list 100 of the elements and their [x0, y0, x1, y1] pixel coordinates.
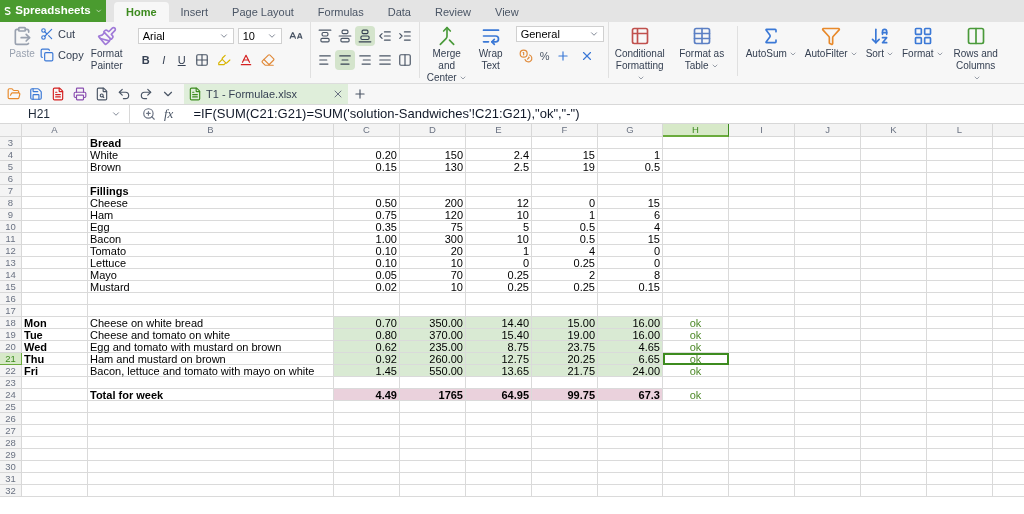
table-cell[interactable]	[663, 293, 729, 305]
table-cell[interactable]	[729, 473, 795, 485]
table-cell[interactable]	[861, 413, 927, 425]
ribbon-button[interactable]: Format as Table	[670, 22, 733, 72]
table-cell[interactable]	[729, 341, 795, 353]
table-cell[interactable]	[795, 233, 861, 245]
table-cell[interactable]	[400, 137, 466, 149]
table-cell[interactable]	[729, 137, 795, 149]
indent-decrease-icon[interactable]	[377, 29, 392, 43]
table-cell[interactable]	[927, 425, 993, 437]
undo-icon[interactable]	[117, 87, 131, 101]
table-cell[interactable]: 0.5	[532, 221, 598, 233]
table-cell[interactable]: Mustard	[88, 281, 334, 293]
table-cell[interactable]	[729, 245, 795, 257]
table-cell[interactable]	[400, 401, 466, 413]
table-cell[interactable]	[598, 425, 663, 437]
table-cell[interactable]: Mon	[22, 317, 88, 329]
table-cell[interactable]	[88, 305, 334, 317]
row-header[interactable]: 22	[0, 365, 22, 377]
table-cell[interactable]: 19	[532, 161, 598, 173]
table-cell[interactable]	[927, 173, 993, 185]
row-header[interactable]: 31	[0, 473, 22, 485]
table-cell[interactable]	[663, 425, 729, 437]
row-header[interactable]: 6	[0, 173, 22, 185]
table-cell[interactable]	[795, 317, 861, 329]
table-cell[interactable]	[861, 137, 927, 149]
table-cell[interactable]	[532, 413, 598, 425]
table-cell[interactable]: 1.45	[334, 365, 400, 377]
table-cell[interactable]	[334, 185, 400, 197]
table-cell[interactable]	[729, 185, 795, 197]
borders-icon[interactable]	[194, 53, 209, 67]
table-cell[interactable]: 150	[400, 149, 466, 161]
table-cell[interactable]	[795, 221, 861, 233]
table-cell[interactable]: Cheese on white bread	[88, 317, 334, 329]
table-cell[interactable]	[334, 449, 400, 461]
eraser-icon[interactable]	[260, 53, 275, 67]
table-cell[interactable]	[532, 173, 598, 185]
table-cell[interactable]: 0	[466, 257, 532, 269]
row-header[interactable]: 29	[0, 449, 22, 461]
table-cell[interactable]: 10	[466, 233, 532, 245]
ribbon-button[interactable]: AutoFilter	[800, 22, 862, 60]
table-cell[interactable]	[795, 485, 861, 497]
table-cell[interactable]	[466, 425, 532, 437]
table-cell[interactable]	[795, 245, 861, 257]
table-cell[interactable]	[88, 413, 334, 425]
ribbon-tab[interactable]: Insert	[168, 2, 221, 22]
table-cell[interactable]	[729, 269, 795, 281]
table-cell[interactable]	[795, 185, 861, 197]
table-cell[interactable]: Bread	[88, 137, 334, 149]
table-cell[interactable]	[400, 425, 466, 437]
ribbon-button[interactable]: Rows and Columns	[947, 22, 1004, 83]
table-cell[interactable]: 0	[598, 245, 663, 257]
table-cell[interactable]	[927, 365, 993, 377]
document-tab[interactable]: T1 - Formulae.xlsx	[184, 84, 348, 104]
table-cell[interactable]	[927, 473, 993, 485]
table-cell[interactable]: 0.20	[334, 149, 400, 161]
table-cell[interactable]	[927, 377, 993, 389]
table-cell[interactable]	[795, 173, 861, 185]
table-cell[interactable]: 75	[400, 221, 466, 233]
table-cell[interactable]: 370.00	[400, 329, 466, 341]
table-cell[interactable]: 0.02	[334, 281, 400, 293]
table-cell[interactable]	[88, 473, 334, 485]
table-cell[interactable]: 235.00	[400, 341, 466, 353]
row-header[interactable]: 18	[0, 317, 22, 329]
table-cell[interactable]	[334, 437, 400, 449]
table-cell[interactable]: 0.25	[532, 257, 598, 269]
table-cell[interactable]	[598, 185, 663, 197]
table-cell[interactable]	[663, 305, 729, 317]
table-cell[interactable]	[861, 485, 927, 497]
table-cell[interactable]	[88, 401, 334, 413]
table-cell[interactable]: 4	[598, 221, 663, 233]
table-cell[interactable]	[927, 461, 993, 473]
table-cell[interactable]	[729, 233, 795, 245]
table-cell[interactable]	[88, 449, 334, 461]
table-cell[interactable]	[88, 173, 334, 185]
table-cell[interactable]	[861, 305, 927, 317]
row-header[interactable]: 21	[0, 353, 22, 365]
table-cell[interactable]	[729, 425, 795, 437]
table-cell[interactable]	[729, 377, 795, 389]
table-cell[interactable]	[88, 461, 334, 473]
table-cell[interactable]: 0.25	[466, 269, 532, 281]
table-cell[interactable]	[22, 461, 88, 473]
table-cell[interactable]: 1	[466, 245, 532, 257]
table-cell[interactable]	[22, 449, 88, 461]
table-cell[interactable]	[795, 293, 861, 305]
redo-icon[interactable]	[139, 87, 153, 101]
row-header[interactable]: 15	[0, 281, 22, 293]
table-cell[interactable]: 0	[598, 257, 663, 269]
font-select[interactable]: Arial	[137, 28, 234, 44]
table-cell[interactable]	[795, 425, 861, 437]
table-cell[interactable]	[927, 389, 993, 401]
table-cell[interactable]	[729, 485, 795, 497]
align-middle-icon[interactable]	[337, 29, 352, 43]
table-cell[interactable]	[663, 257, 729, 269]
table-cell[interactable]: White	[88, 149, 334, 161]
table-cell[interactable]: 16.00	[598, 317, 663, 329]
table-cell[interactable]: Lettuce	[88, 257, 334, 269]
table-cell[interactable]	[598, 485, 663, 497]
number-format-select[interactable]: General	[515, 26, 604, 42]
table-cell[interactable]	[663, 437, 729, 449]
